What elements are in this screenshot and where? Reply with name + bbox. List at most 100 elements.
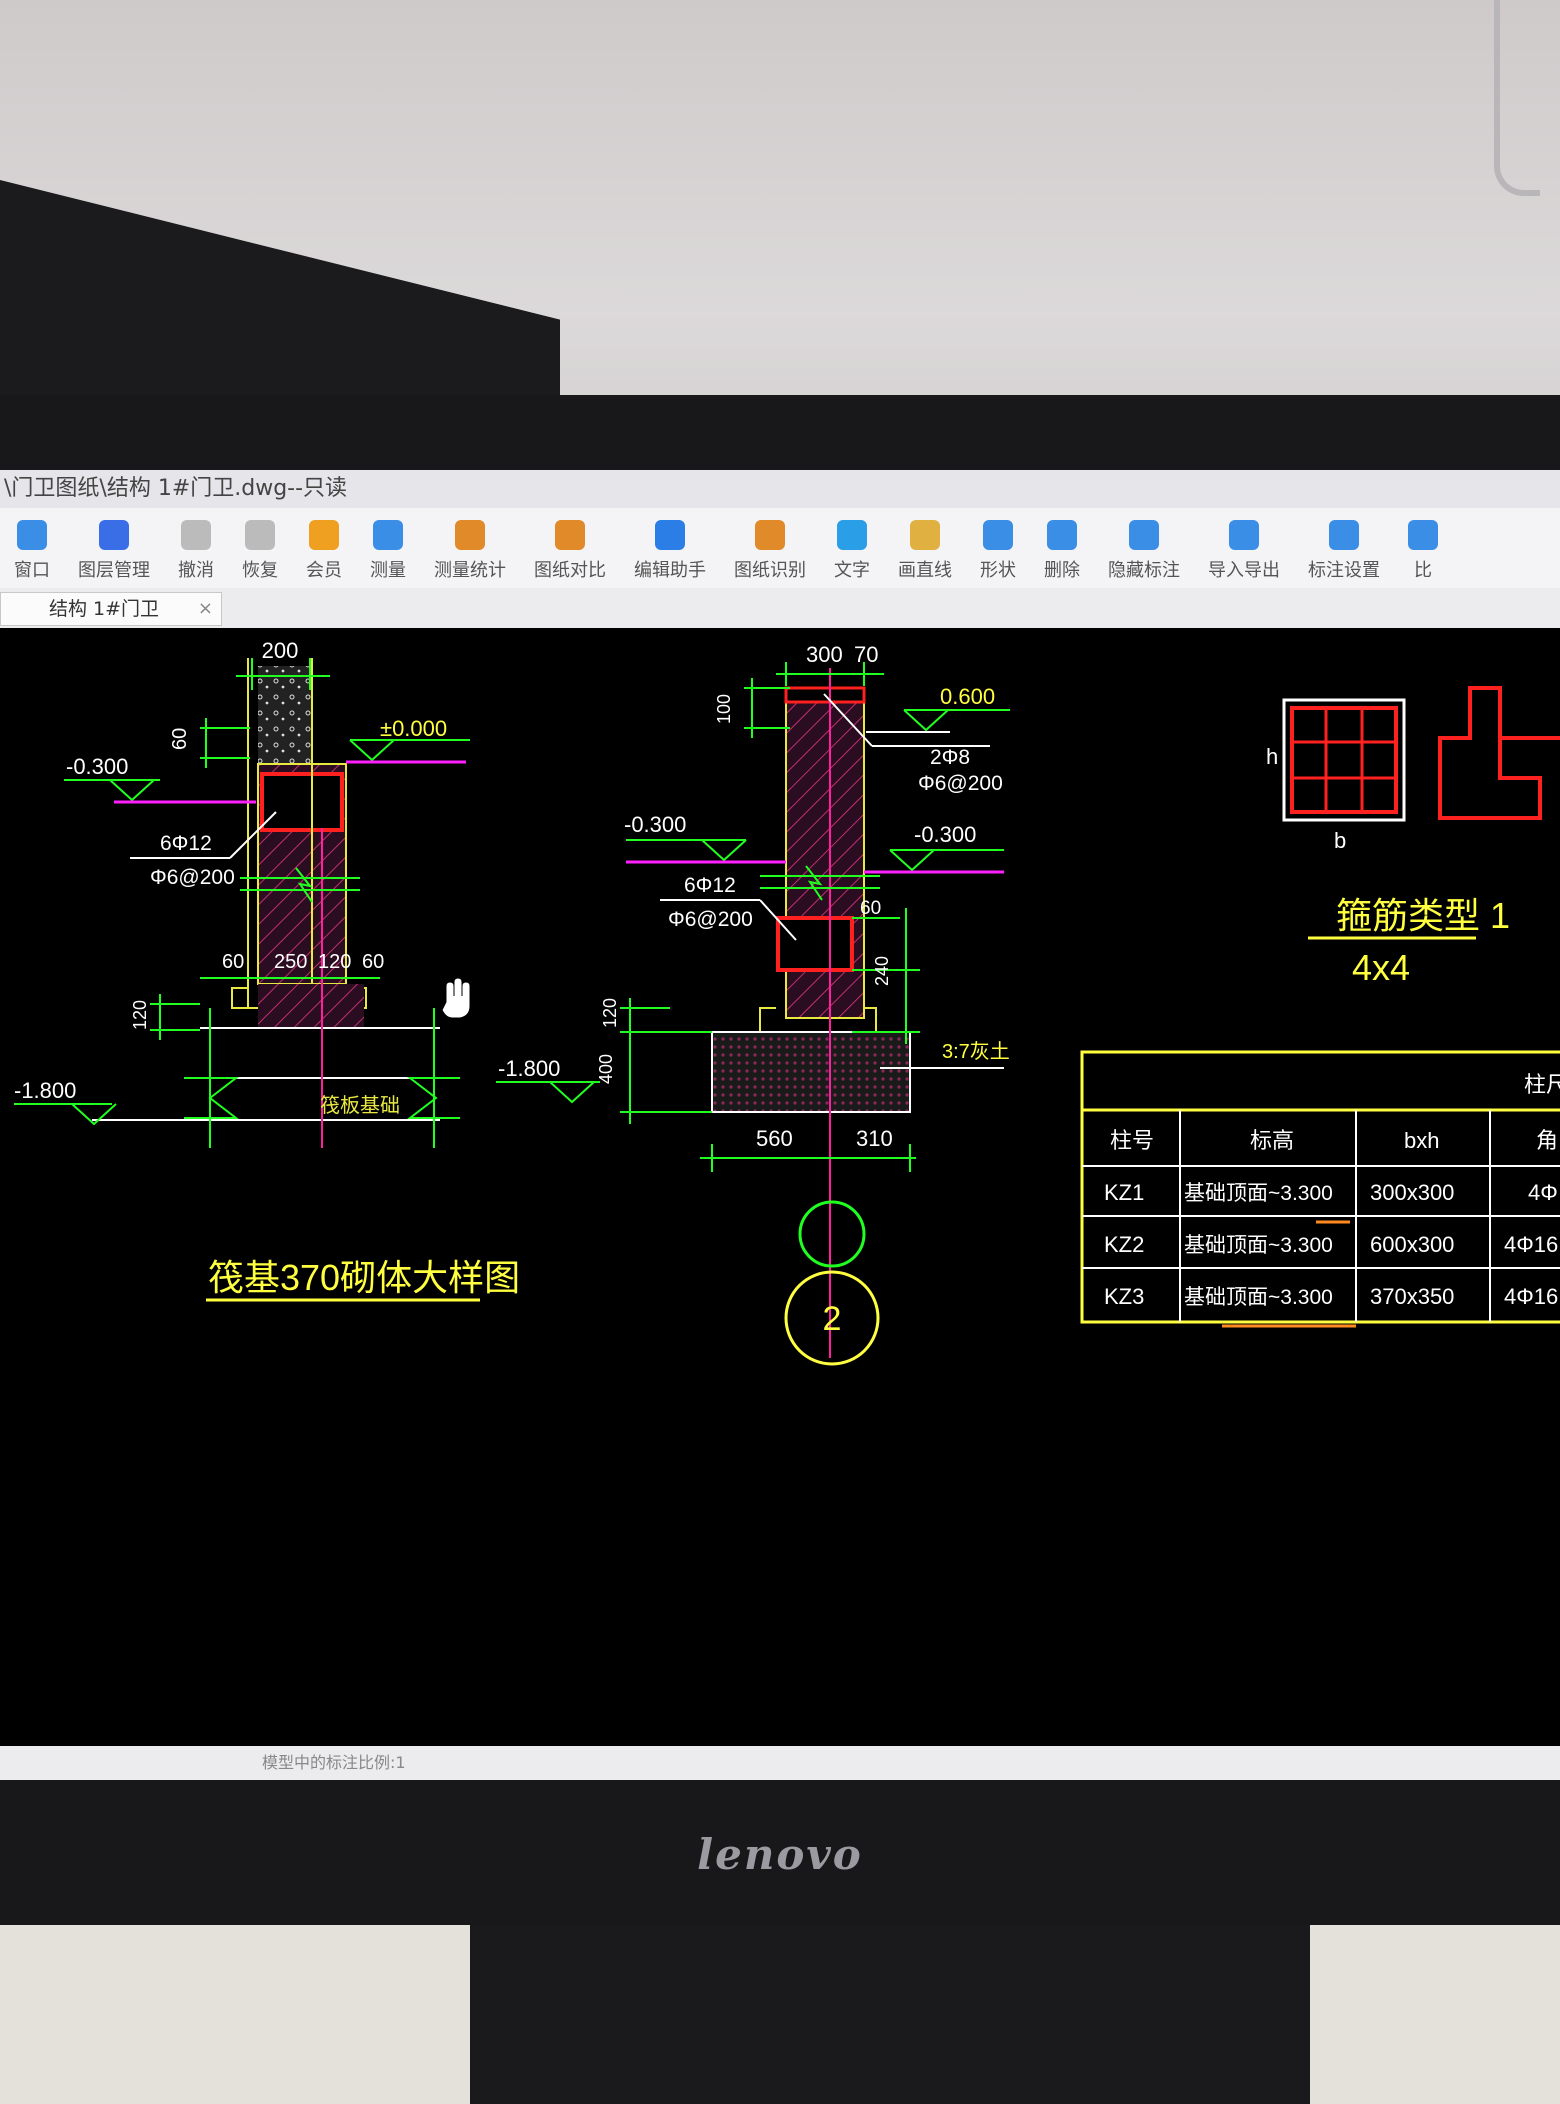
toolbar-button-label: 撤消 xyxy=(178,560,214,581)
toolbar-button-text[interactable]: 文字 xyxy=(834,520,870,582)
dim-60-a: 60 xyxy=(222,951,244,973)
col-header-id: 柱号 xyxy=(1110,1128,1154,1153)
col-header-corner: 角 xyxy=(1536,1128,1558,1153)
cell-elev: 基础顶面~3.300 xyxy=(1184,1182,1333,1205)
cell-elev: 基础顶面~3.300 xyxy=(1184,1286,1333,1309)
level-m0300-mid-right: -0.300 xyxy=(914,822,976,847)
eraser-icon xyxy=(1047,520,1077,550)
tab-label: 结构 1#门卫 xyxy=(49,598,160,620)
ring-beam xyxy=(260,772,344,832)
undo-icon xyxy=(181,520,211,550)
cell-rebar: 4Φ16 xyxy=(1504,1284,1558,1309)
ribbon-toolbar: 窗口 图层管理 撤消 恢复 会员 测量 测量统计 图纸对比 编辑助手 图纸识别 文字 画直线 形状 删除 隐… xyxy=(0,508,1560,588)
gravel-fill xyxy=(258,666,312,764)
cable xyxy=(1494,0,1540,196)
ring-beam-mid xyxy=(776,916,854,972)
toolbar-button-label: 测量 xyxy=(370,560,406,581)
legend-b: b xyxy=(1334,828,1346,853)
cell-id: KZ3 xyxy=(1104,1284,1144,1309)
toolbar-button-measure[interactable]: 测量 xyxy=(370,520,406,582)
hide-annotation-icon xyxy=(1129,520,1159,550)
toolbar-button-recognize[interactable]: 图纸识别 xyxy=(734,520,806,582)
toolbar-button-label: 导入导出 xyxy=(1208,560,1280,581)
dim-60-b: 60 xyxy=(362,951,384,973)
level-0000: ±0.000 xyxy=(380,716,447,741)
toolbar-button-compare[interactable]: 图纸对比 xyxy=(534,520,606,582)
toolbar-button-label: 测量统计 xyxy=(434,560,506,581)
toolbar-button-label: 图纸对比 xyxy=(534,560,606,581)
window-title: \门卫图纸\结构 1#门卫.dwg--只读 xyxy=(0,470,1560,508)
rebar-main-mid: 6Φ12 xyxy=(684,874,736,897)
dim-300: 300 xyxy=(806,642,843,667)
close-icon[interactable]: × xyxy=(198,593,213,625)
toolbar-button-label: 窗口 xyxy=(14,560,50,581)
measure-icon xyxy=(373,520,403,550)
toolbar-button-import-export[interactable]: 导入导出 xyxy=(1208,520,1280,582)
window-icon xyxy=(17,520,47,550)
import-export-icon xyxy=(1229,520,1259,550)
status-bar: 模型中的标注比例:1 xyxy=(0,1746,1560,1780)
dim-240: 240 xyxy=(872,956,892,986)
toolbar-button-redo[interactable]: 恢复 xyxy=(242,520,278,582)
toolbar-button-label: 恢复 xyxy=(242,560,278,581)
toolbar-button-edit-assistant[interactable]: 编辑助手 xyxy=(634,520,706,582)
toolbar-button-label: 比 xyxy=(1414,560,1432,581)
tab-document[interactable]: 结构 1#门卫 × xyxy=(0,592,222,626)
toolbar-button-label: 图层管理 xyxy=(78,560,150,581)
level-m0300-mid-left: -0.300 xyxy=(624,812,686,837)
toolbar-button-label: 标注设置 xyxy=(1308,560,1380,581)
dim-70: 70 xyxy=(854,642,878,667)
ratio-icon xyxy=(1408,520,1438,550)
vip-icon xyxy=(309,520,339,550)
level-0600: 0.600 xyxy=(940,684,995,709)
toolbar-button-label: 删除 xyxy=(1044,560,1080,581)
toolbar-button-label: 编辑助手 xyxy=(634,560,706,581)
measure-stats-icon xyxy=(455,520,485,550)
column-table: 柱尺 柱号 标高 bxh 角 KZ1 基础顶面~3.300 300x300 4Φ… xyxy=(1080,1050,1560,1328)
toolbar-button-shape[interactable]: 形状 xyxy=(980,520,1016,582)
dim-250: 250 xyxy=(274,951,307,973)
dim-100: 100 xyxy=(714,694,734,724)
toolbar-button-window[interactable]: 窗口 xyxy=(14,520,50,582)
toolbar-button-label: 会员 xyxy=(306,560,342,581)
status-text: 模型中的标注比例:1 xyxy=(262,1753,406,1772)
screen: \门卫图纸\结构 1#门卫.dwg--只读 窗口 图层管理 撤消 恢复 会员 测量 测量统计… xyxy=(0,470,1560,1780)
monitor-stand xyxy=(470,1905,1310,2104)
toolbar-button-eraser[interactable]: 删除 xyxy=(1044,520,1080,582)
toolbar-button-ratio[interactable]: 比 xyxy=(1408,520,1438,582)
drawing-canvas[interactable]: 200 60 ±0.000 -0.300 6Φ12 Φ6@200 60 250 … xyxy=(0,628,1560,1746)
hand-cursor-icon xyxy=(441,977,471,1019)
cell-id: KZ1 xyxy=(1104,1180,1144,1205)
toolbar-button-line[interactable]: 画直线 xyxy=(898,520,952,582)
rebar-stirrup-mid: Φ6@200 xyxy=(668,908,753,931)
toolbar-button-annotation-settings[interactable]: 标注设置 xyxy=(1308,520,1380,582)
level-m1800-left: -1.800 xyxy=(14,1078,76,1103)
cell-rebar: 4Φ16 xyxy=(1504,1232,1558,1257)
cad-drawing[interactable]: 200 60 ±0.000 -0.300 6Φ12 Φ6@200 60 250 … xyxy=(0,628,1560,1746)
toolbar-button-measure-stats[interactable]: 测量统计 xyxy=(434,520,506,582)
dim-310: 310 xyxy=(856,1126,893,1151)
layers-icon xyxy=(99,520,129,550)
footing-hatch xyxy=(258,984,364,1028)
toolbar-button-layers[interactable]: 图层管理 xyxy=(78,520,150,582)
raft-footing xyxy=(711,1031,911,1113)
compare-icon xyxy=(555,520,585,550)
foundation-label: 筏板基础 xyxy=(320,1094,400,1117)
axis-bubble xyxy=(798,1200,866,1268)
cell-rebar: 4Φ xyxy=(1528,1180,1558,1205)
dim-120-mid: 120 xyxy=(600,998,620,1028)
toolbar-button-undo[interactable]: 撤消 xyxy=(178,520,214,582)
recognize-icon xyxy=(755,520,785,550)
cell-size: 370x350 xyxy=(1370,1284,1454,1309)
soil-label: 3:7灰土 xyxy=(942,1040,1010,1063)
dim-200: 200 xyxy=(262,638,299,663)
left-detail-title: 筏基370砌体大样图 xyxy=(208,1257,520,1298)
left-detail: 200 60 ±0.000 -0.300 6Φ12 Φ6@200 60 250 … xyxy=(14,638,520,1302)
stirrup-top-mid: Φ6@200 xyxy=(918,772,1003,795)
legend-title: 箍筋类型 1 xyxy=(1336,895,1510,936)
toolbar-button-hide-annotation[interactable]: 隐藏标注 xyxy=(1108,520,1180,582)
toolbar-button-vip[interactable]: 会员 xyxy=(306,520,342,582)
annotation-settings-icon xyxy=(1329,520,1359,550)
toolbar-button-label: 隐藏标注 xyxy=(1108,560,1180,581)
col-header-elev: 标高 xyxy=(1250,1128,1294,1153)
